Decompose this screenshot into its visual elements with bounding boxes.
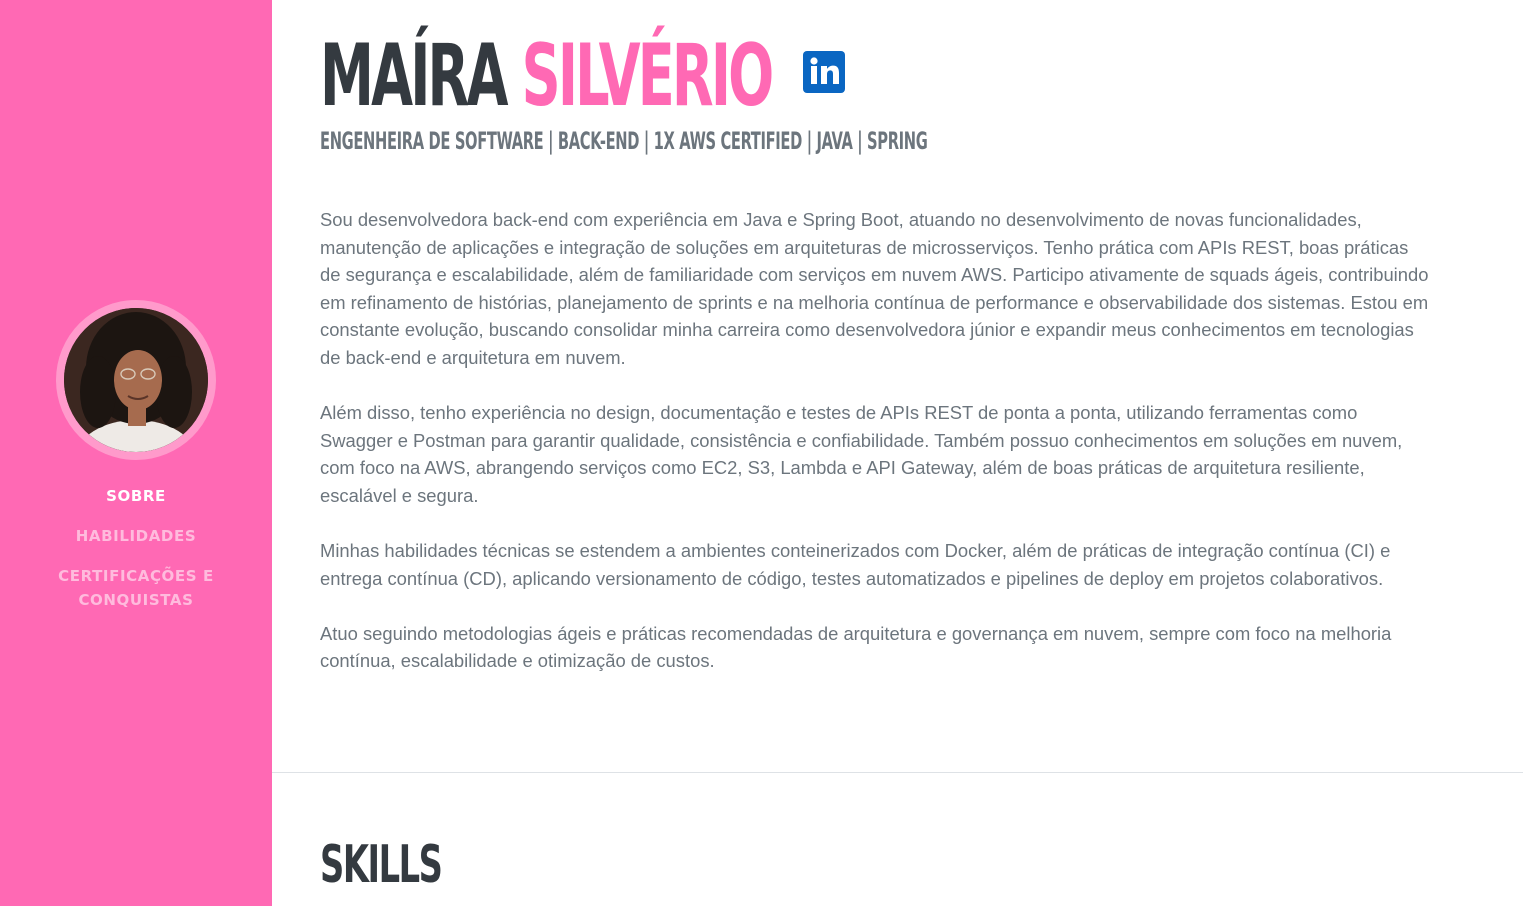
section-divider [272, 772, 1523, 773]
page-title: MAÍRA SILVÉRIO [320, 26, 775, 126]
main-content: MAÍRA SILVÉRIO ENGENHEIRA DE SOFTWARE | … [272, 0, 1523, 906]
avatar-photo [64, 308, 208, 452]
about-paragraph: Atuo seguindo metodologias ágeis e práti… [320, 622, 1392, 672]
nav-item-certificacoes-e-conquistas[interactable]: Certificações e Conquistas [0, 564, 272, 612]
sidebar-nav: Sobre Habilidades Certificações e Conqui… [0, 484, 272, 612]
sidebar: Sobre Habilidades Certificações e Conqui… [0, 0, 272, 906]
about-section: Sou desenvolvedora back-end com experiên… [320, 206, 1432, 702]
avatar [64, 308, 208, 452]
skills-section-title: SKILLS [320, 835, 443, 895]
about-paragraph: Sou desenvolvedora back-end com experiên… [320, 209, 1429, 368]
avatar-frame [56, 300, 216, 460]
nav-item-habilidades[interactable]: Habilidades [0, 524, 272, 548]
first-name: MAÍRA [320, 26, 508, 126]
linkedin-icon[interactable] [803, 51, 845, 93]
last-name: SILVÉRIO [521, 26, 775, 126]
about-paragraph: Minhas habilidades técnicas se estendem … [320, 539, 1391, 589]
headline-subtitle: ENGENHEIRA DE SOFTWARE | BACK-END | 1X A… [320, 127, 928, 155]
nav-item-sobre[interactable]: Sobre [0, 484, 272, 508]
linkedin-glyph [810, 57, 839, 84]
about-paragraph: Além disso, tenho experiência no design,… [320, 402, 1403, 506]
